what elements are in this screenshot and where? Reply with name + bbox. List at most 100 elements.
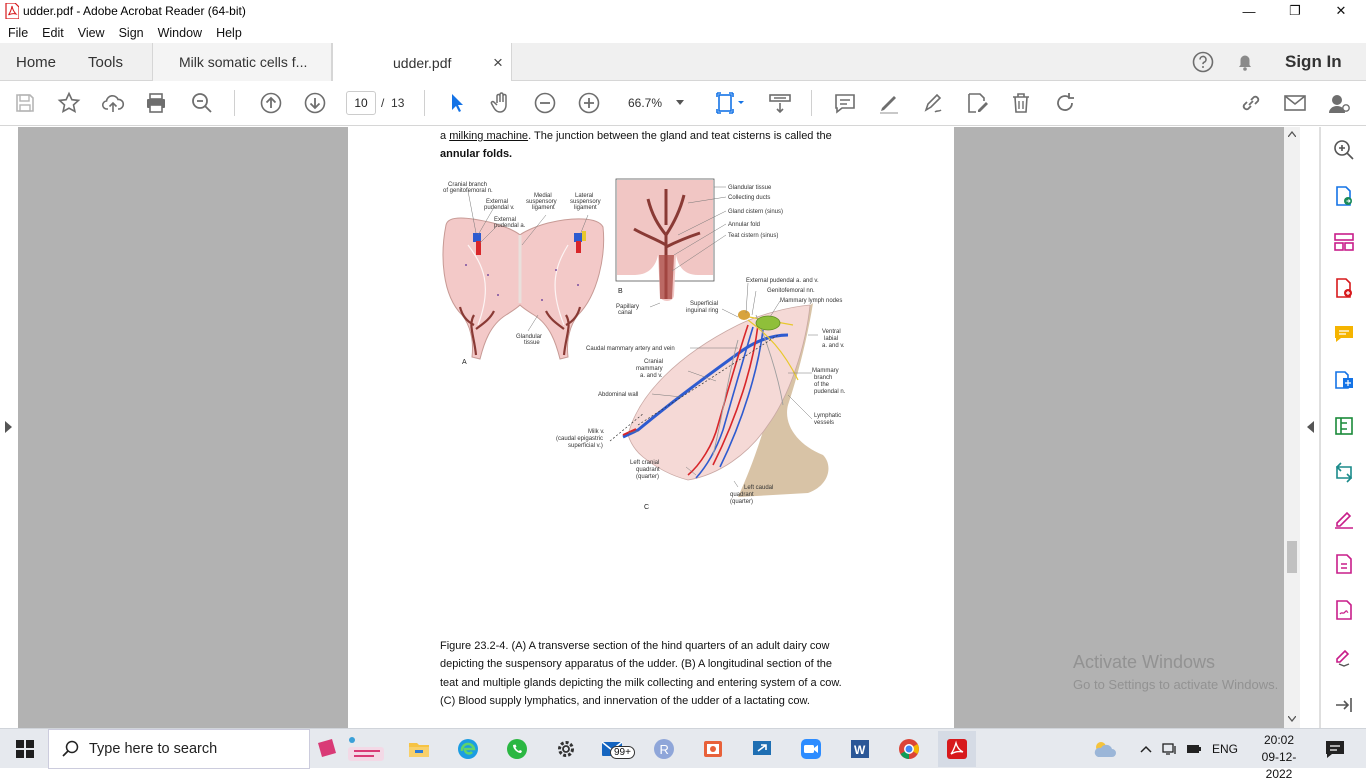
label-ventral: Ventral (822, 329, 841, 335)
whatsapp-icon[interactable] (502, 735, 532, 763)
scroll-up-icon[interactable] (1288, 131, 1296, 137)
scroll-mode-icon[interactable] (765, 89, 795, 117)
page-fit-icon[interactable] (711, 89, 747, 117)
tab-document-milk-somatic[interactable]: Milk somatic cells f... (152, 43, 332, 81)
settings-gear-icon[interactable] (551, 735, 581, 763)
label-left-caudal-quadrant: quadrant (730, 492, 754, 498)
vertical-scrollbar[interactable] (1284, 127, 1300, 728)
delete-trash-icon[interactable] (1007, 89, 1035, 117)
label-mammary-lymph-nodes: Mammary lymph nodes (780, 298, 842, 304)
zoom-in-icon[interactable] (575, 89, 603, 117)
label-left-cranial: Left cranial (630, 460, 659, 466)
file-explorer-icon[interactable] (404, 735, 434, 763)
maximize-button[interactable]: ❐ (1272, 0, 1318, 22)
notification-bell-icon[interactable] (1234, 51, 1256, 78)
menu-edit[interactable]: Edit (42, 26, 64, 40)
tab-document-udder[interactable]: udder.pdf × (332, 43, 512, 82)
search-highlight-icon[interactable] (314, 735, 390, 763)
zoom-tool-icon[interactable] (1331, 137, 1357, 163)
fill-sign-icon[interactable] (1331, 505, 1357, 531)
comment-icon[interactable] (831, 89, 859, 117)
toolbar-divider (424, 90, 425, 116)
scrollbar-thumb[interactable] (1287, 541, 1297, 573)
expand-left-panel-icon[interactable] (5, 421, 12, 433)
menu-sign[interactable]: Sign (119, 26, 144, 40)
send-for-review-icon[interactable] (1331, 459, 1357, 485)
rotate-icon[interactable] (1051, 89, 1079, 117)
network-icon[interactable] (1162, 742, 1178, 756)
remote-desktop-icon[interactable] (747, 735, 777, 763)
zoom-out-icon[interactable] (531, 89, 559, 117)
help-icon[interactable] (1192, 51, 1214, 78)
windows-start-icon[interactable] (10, 735, 40, 763)
print-icon[interactable] (142, 89, 170, 117)
menu-help[interactable]: Help (216, 26, 242, 40)
taskbar-search-box[interactable]: Type here to search (48, 729, 310, 769)
zoom-search-icon[interactable] (188, 89, 216, 117)
close-window-button[interactable]: ✕ (1318, 0, 1364, 22)
draw-sign-icon[interactable] (919, 89, 947, 117)
battery-icon[interactable] (1186, 742, 1202, 756)
collapse-panel-icon[interactable] (1331, 692, 1357, 718)
edit-pdf-icon[interactable] (963, 89, 991, 117)
scroll-down-icon[interactable] (1288, 716, 1296, 722)
page-number-input[interactable]: 10 (346, 91, 376, 115)
save-icon[interactable] (11, 89, 39, 117)
next-page-icon[interactable] (301, 89, 329, 117)
word-icon[interactable]: W (845, 735, 875, 763)
menu-view[interactable]: View (78, 26, 105, 40)
label-gland-cistern: Gland cistern (sinus) (728, 209, 783, 215)
hand-pan-icon[interactable] (487, 89, 515, 117)
tab-home[interactable]: Home (16, 43, 56, 81)
combine-files-icon[interactable] (1331, 367, 1357, 393)
close-tab-icon[interactable]: × (493, 53, 503, 73)
tab-tools[interactable]: Tools (88, 43, 123, 81)
language-indicator[interactable]: ENG (1212, 742, 1238, 756)
bookmark-star-icon[interactable] (55, 89, 83, 117)
user-account-icon[interactable] (1325, 89, 1353, 117)
label-milk-v: Milk v. (588, 429, 605, 435)
create-pdf-icon[interactable] (1331, 275, 1357, 301)
label-pudendal-a: pudendal a. (494, 223, 526, 229)
label-superficial-v: superficial v.) (568, 443, 603, 449)
caption-line: (C) Blood supply lymphatics, and innerva… (440, 694, 810, 707)
menu-window[interactable]: Window (158, 26, 202, 40)
collapse-right-panel-icon[interactable] (1307, 421, 1314, 433)
udder-anatomy-figure: Cranial branch of genitofemoral n. Exter… (442, 178, 846, 510)
label-lymphatic: Lymphatic (814, 413, 841, 419)
label-teat-cistern: Teat cistern (sinus) (728, 233, 778, 239)
minimize-button[interactable]: — (1226, 0, 1272, 22)
menu-file[interactable]: File (8, 26, 28, 40)
powerpoint-icon[interactable] (698, 735, 728, 763)
zoom-meetings-icon[interactable] (796, 735, 826, 763)
organize-pages-icon[interactable] (1331, 229, 1357, 255)
protect-pdf-icon[interactable] (1331, 551, 1357, 577)
highlight-pen-icon[interactable] (875, 89, 903, 117)
edge-browser-icon[interactable] (453, 735, 483, 763)
upload-cloud-icon[interactable] (99, 89, 127, 117)
request-signatures-icon[interactable] (1331, 597, 1357, 623)
label-left-caudal-quarter: (quarter) (730, 499, 753, 505)
mail-icon[interactable]: 99+ (600, 735, 640, 763)
zoom-level-dropdown[interactable]: 66.7% (622, 91, 692, 115)
notifications-icon[interactable] (1320, 735, 1350, 763)
export-pdf-icon[interactable] (1331, 183, 1357, 209)
label-branch: branch (814, 375, 832, 381)
share-link-icon[interactable] (1237, 89, 1265, 117)
previous-page-icon[interactable] (257, 89, 285, 117)
chrome-icon[interactable] (894, 735, 924, 763)
label-lateral-ligament: ligament (574, 205, 597, 211)
select-cursor-icon[interactable] (443, 89, 471, 117)
chevron-up-icon[interactable] (1140, 744, 1152, 754)
sign-in-button[interactable]: Sign In (1285, 52, 1342, 72)
r-app-icon[interactable]: R (649, 735, 679, 763)
toolbar-divider (234, 90, 235, 116)
more-tools-icon[interactable] (1331, 643, 1357, 669)
acrobat-reader-taskbar-icon[interactable] (938, 731, 976, 767)
clock[interactable]: 20:02 09-12-2022 (1249, 732, 1309, 783)
weather-cloud-icon[interactable] (1088, 735, 1120, 763)
milking-machine-link[interactable]: milking machine (449, 130, 528, 142)
comment-tool-icon[interactable] (1331, 321, 1357, 347)
email-icon[interactable] (1281, 89, 1309, 117)
compress-pdf-icon[interactable] (1331, 413, 1357, 439)
